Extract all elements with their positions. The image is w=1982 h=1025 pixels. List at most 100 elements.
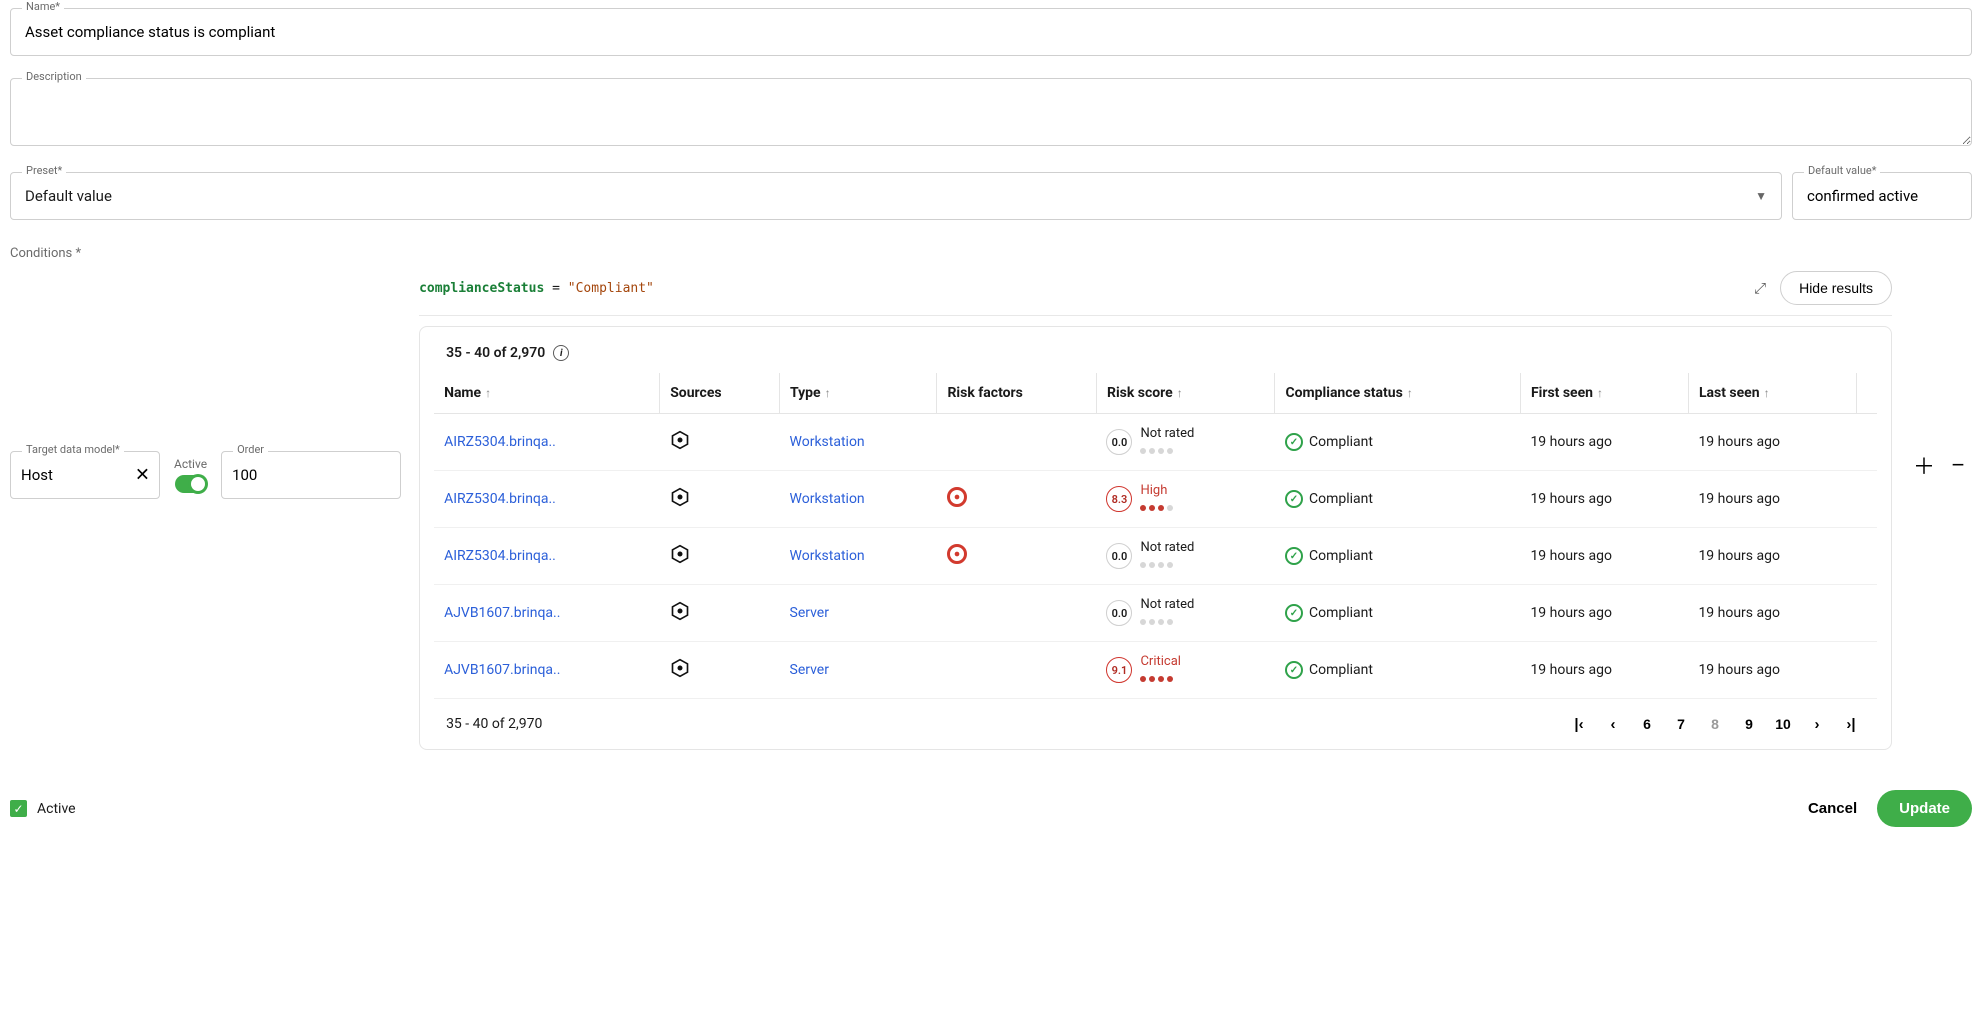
type-link[interactable]: Workstation — [790, 434, 865, 450]
sort-asc-icon: ↑ — [1407, 386, 1413, 400]
type-link[interactable]: Server — [790, 605, 829, 621]
asset-link[interactable]: AIRZ5304.brinqa.. — [444, 434, 556, 450]
name-field: Name* — [10, 8, 1972, 56]
description-label: Description — [22, 70, 86, 83]
sort-asc-icon: ↑ — [1597, 386, 1603, 400]
col-risk-factors[interactable]: Risk factors — [937, 373, 1097, 414]
type-link[interactable]: Server — [790, 662, 829, 678]
risk-rating: Critical — [1140, 654, 1180, 686]
first-seen-cell: 19 hours ago — [1520, 471, 1688, 528]
compliance-status-text: Compliant — [1309, 491, 1373, 507]
default-value-field: Default value* — [1792, 172, 1972, 220]
risk-factor-target-icon — [947, 544, 967, 564]
source-hex-icon — [670, 601, 690, 621]
page-7-button[interactable]: 7 — [1667, 709, 1695, 739]
condition-expression: complianceStatus = "Compliant" — [419, 281, 654, 296]
risk-score-pill: 9.1 — [1106, 657, 1132, 683]
col-name[interactable]: Name↑ — [434, 373, 660, 414]
first-seen-cell: 19 hours ago — [1520, 642, 1688, 699]
hide-results-button[interactable]: Hide results — [1780, 271, 1892, 305]
source-hex-icon — [670, 544, 690, 564]
col-compliance-status[interactable]: Compliance status↑ — [1275, 373, 1520, 414]
page-first-button[interactable]: |‹ — [1565, 709, 1593, 739]
active-toggle-wrap: Active ✓ — [174, 457, 207, 493]
last-seen-cell: 19 hours ago — [1688, 414, 1856, 471]
remove-condition-button[interactable]: − — [1944, 451, 1972, 479]
risk-rating: Not rated — [1140, 540, 1194, 572]
risk-rating: High — [1140, 483, 1176, 515]
order-label: Order — [233, 443, 268, 456]
col-sources[interactable]: Sources — [660, 373, 780, 414]
col-last-seen[interactable]: Last seen↑ — [1688, 373, 1856, 414]
clear-target-button[interactable]: ✕ — [135, 465, 150, 486]
compliant-check-icon: ✓ — [1285, 661, 1303, 679]
preset-value: Default value — [25, 187, 112, 205]
last-seen-cell: 19 hours ago — [1688, 585, 1856, 642]
page-last-button[interactable]: ›| — [1837, 709, 1865, 739]
asset-link[interactable]: AIRZ5304.brinqa.. — [444, 548, 556, 564]
asset-link[interactable]: AJVB1607.brinqa.. — [444, 662, 560, 678]
sort-asc-icon: ↑ — [825, 386, 831, 400]
page-9-button[interactable]: 9 — [1735, 709, 1763, 739]
preset-label: Preset* — [22, 164, 66, 177]
compliance-status-text: Compliant — [1309, 662, 1373, 678]
compliant-check-icon: ✓ — [1285, 547, 1303, 565]
page-10-button[interactable]: 10 — [1769, 709, 1797, 739]
active-checkbox-label: Active — [37, 801, 76, 817]
results-table: Name↑ Sources Type↑ Risk factors Risk sc… — [434, 373, 1877, 699]
sort-asc-icon: ↑ — [485, 386, 491, 400]
info-icon[interactable]: i — [553, 345, 569, 361]
table-row: AIRZ5304.brinqa.. Workstation 0.0 Not rated… — [434, 528, 1877, 585]
preset-select[interactable]: Default value ▼ — [10, 172, 1782, 220]
col-type[interactable]: Type↑ — [780, 373, 937, 414]
compliance-status-text: Compliant — [1309, 605, 1373, 621]
type-link[interactable]: Workstation — [790, 548, 865, 564]
active-checkbox[interactable]: ✓ — [10, 800, 27, 817]
active-toggle-label: Active — [174, 457, 207, 471]
cancel-button[interactable]: Cancel — [1796, 790, 1869, 827]
update-button[interactable]: Update — [1877, 790, 1972, 827]
add-condition-button[interactable]: ＋ — [1910, 451, 1938, 479]
page-next-button[interactable]: › — [1803, 709, 1831, 739]
col-first-seen[interactable]: First seen↑ — [1520, 373, 1688, 414]
page-6-button[interactable]: 6 — [1633, 709, 1661, 739]
last-seen-cell: 19 hours ago — [1688, 642, 1856, 699]
table-row: AJVB1607.brinqa..Server0.0Not rated✓Comp… — [434, 585, 1877, 642]
description-field: Description — [10, 78, 1972, 150]
last-seen-cell: 19 hours ago — [1688, 471, 1856, 528]
compliant-check-icon: ✓ — [1285, 604, 1303, 622]
risk-score-pill: 0.0 — [1106, 543, 1132, 569]
target-model-field: Target data model* ✕ — [10, 451, 160, 499]
name-input[interactable] — [10, 8, 1972, 56]
sort-asc-icon: ↑ — [1177, 386, 1183, 400]
expand-icon[interactable]: ⤢ — [1750, 276, 1770, 301]
risk-score-pill: 0.0 — [1106, 429, 1132, 455]
results-range-top: 35 - 40 of 2,970 — [446, 345, 545, 361]
first-seen-cell: 19 hours ago — [1520, 414, 1688, 471]
compliant-check-icon: ✓ — [1285, 433, 1303, 451]
col-risk-score[interactable]: Risk score↑ — [1096, 373, 1275, 414]
last-seen-cell: 19 hours ago — [1688, 528, 1856, 585]
order-field: Order — [221, 451, 401, 499]
sort-asc-icon: ↑ — [1764, 386, 1770, 400]
name-label: Name* — [22, 0, 64, 13]
order-input[interactable] — [221, 451, 401, 499]
default-value-input[interactable] — [1792, 172, 1972, 220]
check-icon: ✓ — [188, 474, 208, 494]
page-8-button: 8 — [1701, 709, 1729, 739]
first-seen-cell: 19 hours ago — [1520, 585, 1688, 642]
active-toggle[interactable]: ✓ — [175, 475, 207, 493]
risk-score-pill: 0.0 — [1106, 600, 1132, 626]
results-range-bottom: 35 - 40 of 2,970 — [446, 716, 542, 732]
description-input[interactable] — [10, 78, 1972, 146]
risk-score-pill: 8.3 — [1106, 486, 1132, 512]
asset-link[interactable]: AJVB1607.brinqa.. — [444, 605, 560, 621]
pagination: |‹‹678910››| — [1565, 709, 1865, 739]
source-hex-icon — [670, 658, 690, 678]
page-prev-button[interactable]: ‹ — [1599, 709, 1627, 739]
source-hex-icon — [670, 430, 690, 450]
type-link[interactable]: Workstation — [790, 491, 865, 507]
asset-link[interactable]: AIRZ5304.brinqa.. — [444, 491, 556, 507]
target-model-label: Target data model* — [22, 443, 124, 456]
compliance-status-text: Compliant — [1309, 548, 1373, 564]
